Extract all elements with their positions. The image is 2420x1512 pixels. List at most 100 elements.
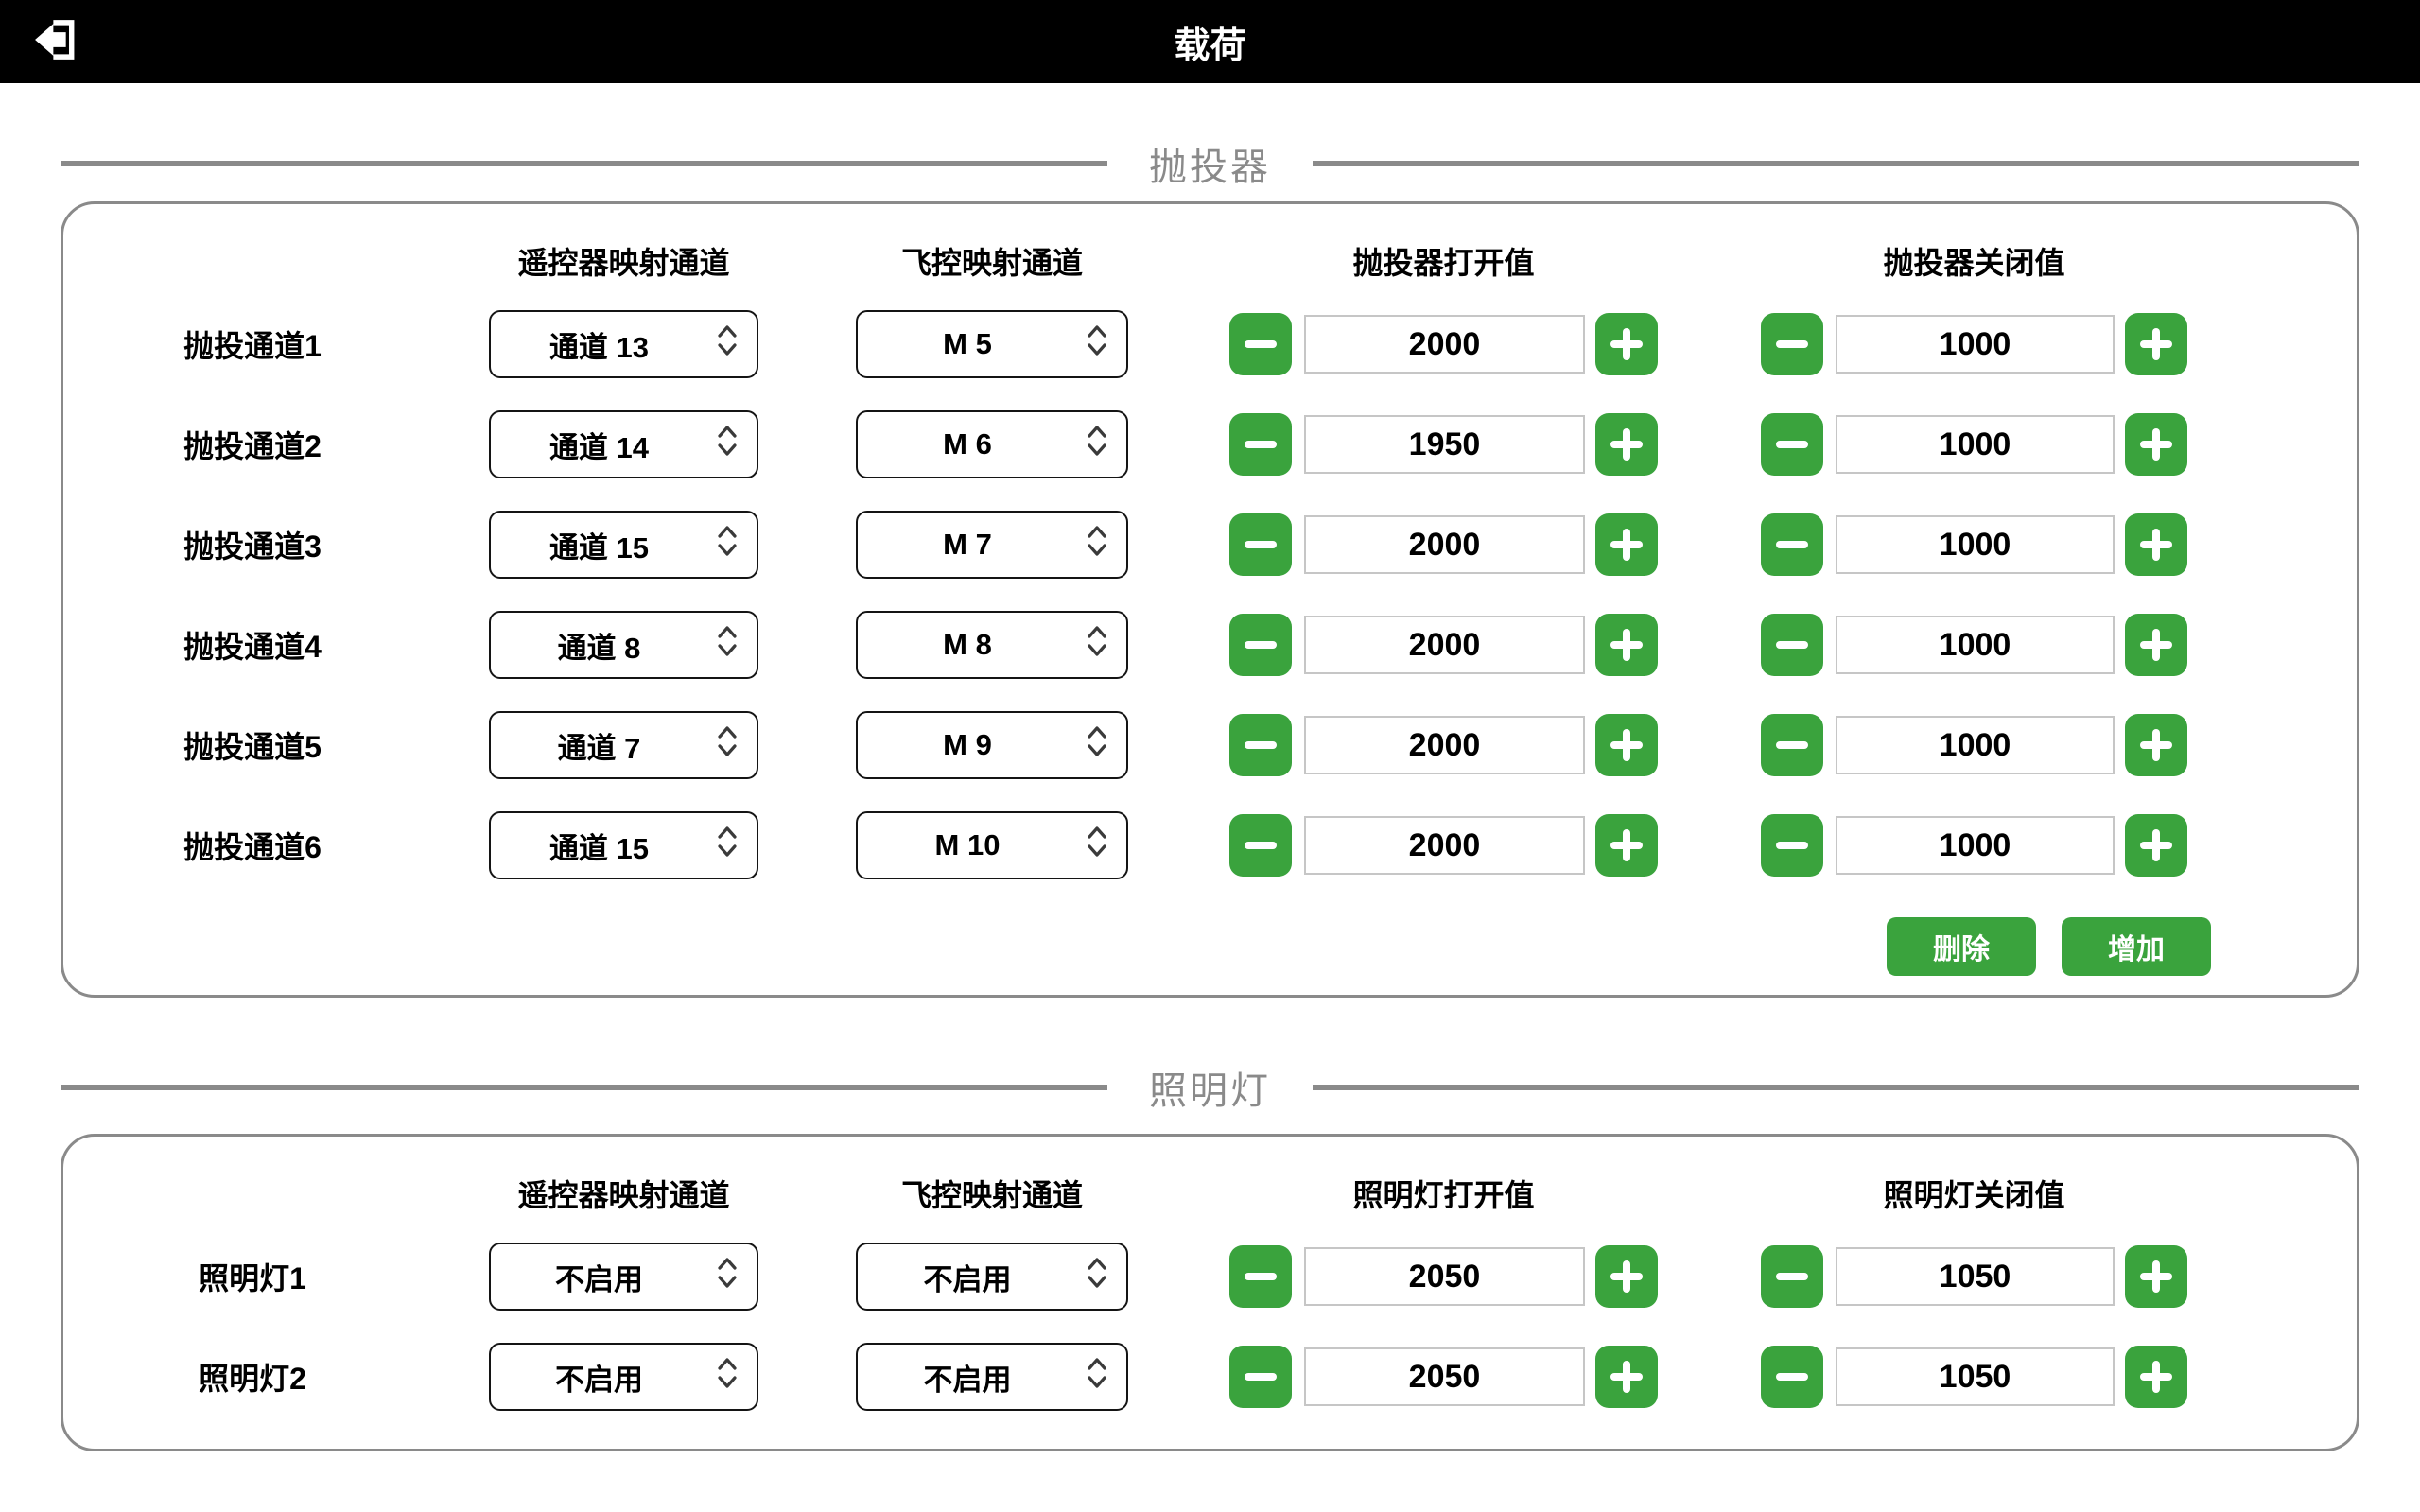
row-label: 抛投通道1 (63, 322, 442, 366)
fc-channel-select[interactable]: M 6 (856, 410, 1128, 478)
close-value-input[interactable] (1836, 515, 2115, 574)
close-value-input[interactable] (1836, 1247, 2115, 1306)
close-value-input[interactable] (1836, 716, 2115, 774)
minus-button[interactable] (1761, 1346, 1823, 1408)
plus-button[interactable] (2125, 1346, 2187, 1408)
chevron-up-down-icon (1087, 524, 1107, 565)
open-value-input[interactable] (1304, 415, 1585, 474)
fc-channel-select[interactable]: 不启用 (856, 1343, 1128, 1411)
column-header-close-value: 照明灯关闭值 (1761, 1172, 2187, 1215)
plus-button[interactable] (1595, 313, 1658, 375)
rc-channel-select[interactable]: 通道 15 (489, 511, 758, 579)
rc-channel-select[interactable]: 不启用 (489, 1243, 758, 1311)
minus-button[interactable] (1761, 513, 1823, 576)
divider-bar (1313, 161, 2359, 166)
plus-button[interactable] (2125, 413, 2187, 476)
minus-button[interactable] (1229, 1346, 1292, 1408)
minus-icon (1242, 1358, 1280, 1396)
fc-channel-select[interactable]: M 9 (856, 711, 1128, 779)
plus-icon (1608, 626, 1645, 664)
open-value-input[interactable] (1304, 716, 1585, 774)
minus-button[interactable] (1229, 814, 1292, 877)
plus-button[interactable] (1595, 614, 1658, 676)
back-button[interactable] (26, 11, 87, 72)
minus-button[interactable] (1761, 814, 1823, 877)
plus-button[interactable] (1595, 413, 1658, 476)
delete-button[interactable]: 删除 (1887, 917, 2036, 976)
minus-button[interactable] (1229, 413, 1292, 476)
rc-channel-select[interactable]: 通道 8 (489, 611, 758, 679)
open-value-input[interactable] (1304, 1347, 1585, 1406)
minus-button[interactable] (1229, 714, 1292, 776)
light-section-header: 照明灯 (61, 1064, 2359, 1111)
open-value-input[interactable] (1304, 616, 1585, 674)
minus-button[interactable] (1229, 313, 1292, 375)
add-button[interactable]: 增加 (2062, 917, 2211, 976)
minus-button[interactable] (1761, 614, 1823, 676)
thrower-section-header: 抛投器 (61, 140, 2359, 187)
minus-button[interactable] (1229, 614, 1292, 676)
minus-button[interactable] (1761, 413, 1823, 476)
rc-channel-select[interactable]: 通道 15 (489, 811, 758, 879)
rc-channel-select[interactable]: 通道 7 (489, 711, 758, 779)
close-value-input[interactable] (1836, 415, 2115, 474)
fc-channel-select[interactable]: M 10 (856, 811, 1128, 879)
minus-button[interactable] (1761, 1245, 1823, 1308)
chevron-up-down-icon (717, 724, 738, 766)
close-value-input[interactable] (1836, 816, 2115, 875)
rc-channel-value: 通道 14 (549, 424, 698, 466)
plus-button[interactable] (2125, 714, 2187, 776)
plus-button[interactable] (1595, 714, 1658, 776)
rc-channel-select[interactable]: 通道 14 (489, 410, 758, 478)
close-value-stepper (1761, 1245, 2187, 1308)
divider-bar (1313, 1085, 2359, 1090)
plus-button[interactable] (2125, 513, 2187, 576)
fc-channel-select[interactable]: 不启用 (856, 1243, 1128, 1311)
close-value-stepper (1761, 313, 2187, 375)
rc-channel-select[interactable]: 通道 13 (489, 310, 758, 378)
fc-channel-select[interactable]: M 5 (856, 310, 1128, 378)
plus-button[interactable] (2125, 614, 2187, 676)
fc-channel-select[interactable]: M 7 (856, 511, 1128, 579)
row-label: 抛投通道6 (63, 824, 442, 867)
open-value-stepper (1229, 513, 1658, 576)
close-value-input[interactable] (1836, 315, 2115, 374)
open-value-stepper (1229, 614, 1658, 676)
table-row: 抛投通道4 通道 8 M 8 (63, 611, 2357, 679)
minus-icon (1242, 526, 1280, 564)
open-value-input[interactable] (1304, 515, 1585, 574)
close-value-input[interactable] (1836, 616, 2115, 674)
app-bar: 载荷 (0, 0, 2420, 83)
rc-channel-value: 通道 8 (558, 624, 690, 667)
rc-channel-select[interactable]: 不启用 (489, 1343, 758, 1411)
open-value-input[interactable] (1304, 315, 1585, 374)
minus-button[interactable] (1229, 1245, 1292, 1308)
page-title: 载荷 (0, 16, 2420, 68)
plus-icon (2137, 1258, 2175, 1295)
plus-button[interactable] (1595, 1346, 1658, 1408)
plus-icon (1608, 526, 1645, 564)
minus-icon (1773, 526, 1811, 564)
table-row: 抛投通道2 通道 14 M 6 (63, 410, 2357, 478)
close-value-stepper (1761, 413, 2187, 476)
plus-button[interactable] (1595, 513, 1658, 576)
plus-button[interactable] (2125, 814, 2187, 877)
light-rows: 照明灯1 不启用 不启用 (63, 1243, 2357, 1411)
close-value-input[interactable] (1836, 1347, 2115, 1406)
row-label: 照明灯1 (63, 1255, 442, 1298)
chevron-up-down-icon (717, 825, 738, 866)
plus-button[interactable] (1595, 814, 1658, 877)
thrower-actions: 删除 增加 (63, 917, 2211, 976)
minus-button[interactable] (1761, 714, 1823, 776)
plus-button[interactable] (1595, 1245, 1658, 1308)
plus-button[interactable] (2125, 1245, 2187, 1308)
open-value-input[interactable] (1304, 816, 1585, 875)
minus-icon (1242, 426, 1280, 463)
rc-channel-value: 不启用 (555, 1256, 692, 1298)
open-value-input[interactable] (1304, 1247, 1585, 1306)
minus-button[interactable] (1229, 513, 1292, 576)
fc-channel-value: M 7 (943, 528, 1041, 562)
minus-button[interactable] (1761, 313, 1823, 375)
fc-channel-select[interactable]: M 8 (856, 611, 1128, 679)
plus-button[interactable] (2125, 313, 2187, 375)
